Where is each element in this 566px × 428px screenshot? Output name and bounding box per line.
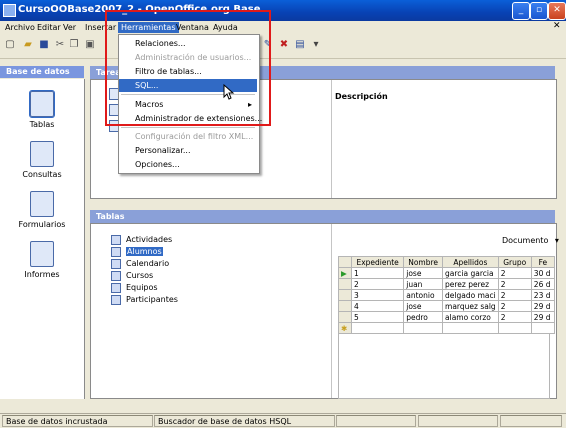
column-header[interactable]: Grupo (497, 256, 532, 268)
table-icon (111, 258, 121, 269)
tasks-divider (331, 80, 332, 198)
status-bar: Base de datos incrustada Buscador de bas… (0, 413, 566, 427)
menu-ver[interactable]: Ver (60, 22, 79, 33)
forms-icon (30, 191, 54, 217)
menu-archivo[interactable]: Archivo (2, 22, 38, 33)
menu-separator (121, 127, 255, 128)
list-item-selected[interactable]: Alumnos (111, 246, 231, 258)
status-cell (336, 415, 416, 427)
menu-bar: Archivo Editar Ver Insertar Herramientas… (0, 21, 566, 34)
minimize-button[interactable]: _ (512, 2, 530, 20)
list-item[interactable]: Cursos (111, 270, 231, 282)
close-document-icon[interactable]: ✕ (553, 21, 561, 31)
database-sidebar: Tablas Consultas Formularios Informes (0, 79, 85, 399)
table-icon (111, 282, 121, 293)
left-panel-header: Base de datos (0, 66, 84, 78)
status-cell (500, 415, 562, 427)
window-title: CursoOOBase2007_2 - OpenOffice.org Base (18, 4, 261, 15)
column-header[interactable]: Fe (530, 256, 556, 268)
menu-item-configuracion-filtro-xml: Configuración del filtro XML... (135, 132, 254, 141)
grid-empty-area (338, 334, 550, 399)
new-document-icon[interactable]: ▢ (4, 39, 16, 51)
row-selector (337, 300, 353, 312)
status-database-engine: Buscador de base de datos HSQL (154, 415, 335, 427)
data-preview-grid: Expediente Nombre Apellidos Grupo Fe ▶ 1… (337, 256, 556, 399)
preview-mode-label: Documento (502, 236, 549, 245)
maximize-button[interactable]: ▫ (530, 2, 548, 20)
title-bar: CursoOOBase2007_2 - OpenOffice.org Base … (0, 0, 566, 21)
menu-item-sql[interactable]: SQL... (119, 79, 257, 92)
sidebar-item-label: Formularios (18, 220, 66, 229)
table-header-row: Expediente Nombre Apellidos Grupo Fe (337, 256, 556, 268)
row-selector (337, 311, 353, 323)
sidebar-item-label: Tablas (29, 120, 55, 129)
toolbar: ▢ ▰ ■ ✂ ❐ ▣ ✎ ✖ ▤ ▾ (0, 34, 566, 59)
edit-table-icon[interactable]: ✎ (262, 39, 274, 51)
tables-header: Tablas (90, 210, 555, 223)
menu-item-personalizar[interactable]: Personalizar... (119, 144, 257, 157)
menu-item-opciones[interactable]: Opciones... (119, 158, 257, 171)
table-row[interactable]: 5 pedro alamo corzo 2 29 d (337, 311, 556, 323)
menu-ventana[interactable]: Ventana (173, 22, 212, 33)
table-row[interactable]: 2 juan perez perez 2 26 d (337, 278, 556, 290)
tables-icon (29, 90, 55, 118)
table-icon (111, 246, 121, 257)
new-record-row[interactable]: ✱ (337, 322, 556, 334)
list-item[interactable]: Calendario (111, 258, 231, 270)
close-button[interactable]: ✕ (548, 2, 566, 20)
copy-icon[interactable]: ❐ (68, 39, 80, 51)
rename-table-icon[interactable]: ▤ (294, 39, 306, 51)
current-row-icon: ▶ (337, 267, 353, 279)
column-header[interactable]: Expediente (351, 256, 405, 268)
menu-insertar[interactable]: Insertar (82, 22, 119, 33)
list-item[interactable]: Equipos (111, 282, 231, 294)
table-row[interactable]: ▶ 1 jose garcia garcia 2 30 d (337, 267, 556, 279)
list-item[interactable]: Actividades (111, 234, 231, 246)
save-icon[interactable]: ■ (38, 39, 50, 51)
tables-divider (331, 224, 332, 398)
table-icon (111, 294, 121, 305)
menu-herramientas[interactable]: Herramientas (118, 22, 179, 33)
status-cell (418, 415, 498, 427)
sidebar-item-consultas[interactable]: Consultas (0, 141, 84, 179)
table-icon (111, 234, 121, 245)
paste-icon[interactable]: ▣ (84, 39, 96, 51)
herramientas-dropdown: Relaciones... Administración de usuarios… (118, 34, 262, 174)
row-selector (337, 289, 353, 301)
preview-mode-dropdown[interactable]: Documento ▾ (502, 236, 559, 245)
column-header[interactable]: Apellidos (442, 256, 499, 268)
cut-icon[interactable]: ✂ (54, 39, 66, 51)
sidebar-item-tablas[interactable]: Tablas (0, 90, 84, 129)
sidebar-item-label: Informes (24, 270, 60, 279)
open-folder-icon[interactable]: ▰ (22, 39, 34, 51)
menu-item-administracion-usuarios: Administración de usuarios... (135, 53, 252, 62)
chevron-down-icon: ▾ (554, 236, 559, 245)
menu-item-administrador-extensiones[interactable]: Administrador de extensiones... (119, 112, 262, 125)
sidebar-item-label: Consultas (22, 170, 62, 179)
row-selector (337, 278, 353, 290)
menu-item-macros[interactable]: Macros ▸ (119, 98, 257, 111)
toolbar-overflow-icon[interactable]: ▾ (310, 39, 322, 51)
description-label: Descripción (335, 92, 388, 101)
delete-table-icon[interactable]: ✖ (278, 39, 290, 51)
column-header[interactable]: Nombre (403, 256, 444, 268)
list-item[interactable]: Participantes (111, 294, 231, 306)
queries-icon (30, 141, 54, 167)
table-list: Actividades Alumnos Calendario Cursos Eq… (111, 234, 231, 306)
mouse-cursor-icon (223, 84, 235, 100)
table-icon (111, 270, 121, 281)
new-record-icon: ✱ (337, 322, 353, 334)
table-row[interactable]: 4 jose marquez salg 2 29 d (337, 300, 556, 312)
reports-icon (30, 241, 54, 267)
sidebar-item-formularios[interactable]: Formularios (0, 191, 84, 229)
table-row[interactable]: 3 antonio delgado maci 2 23 d (337, 289, 556, 301)
menu-item-filtro-tablas[interactable]: Filtro de tablas... (119, 65, 257, 78)
menu-ayuda[interactable]: Ayuda (210, 22, 241, 33)
sidebar-item-informes[interactable]: Informes (0, 241, 84, 279)
row-selector-header (337, 256, 353, 268)
chevron-right-icon: ▸ (247, 100, 252, 109)
menu-item-relaciones[interactable]: Relaciones... (119, 37, 257, 50)
app-icon (3, 4, 16, 17)
status-database-type: Base de datos incrustada (2, 415, 153, 427)
